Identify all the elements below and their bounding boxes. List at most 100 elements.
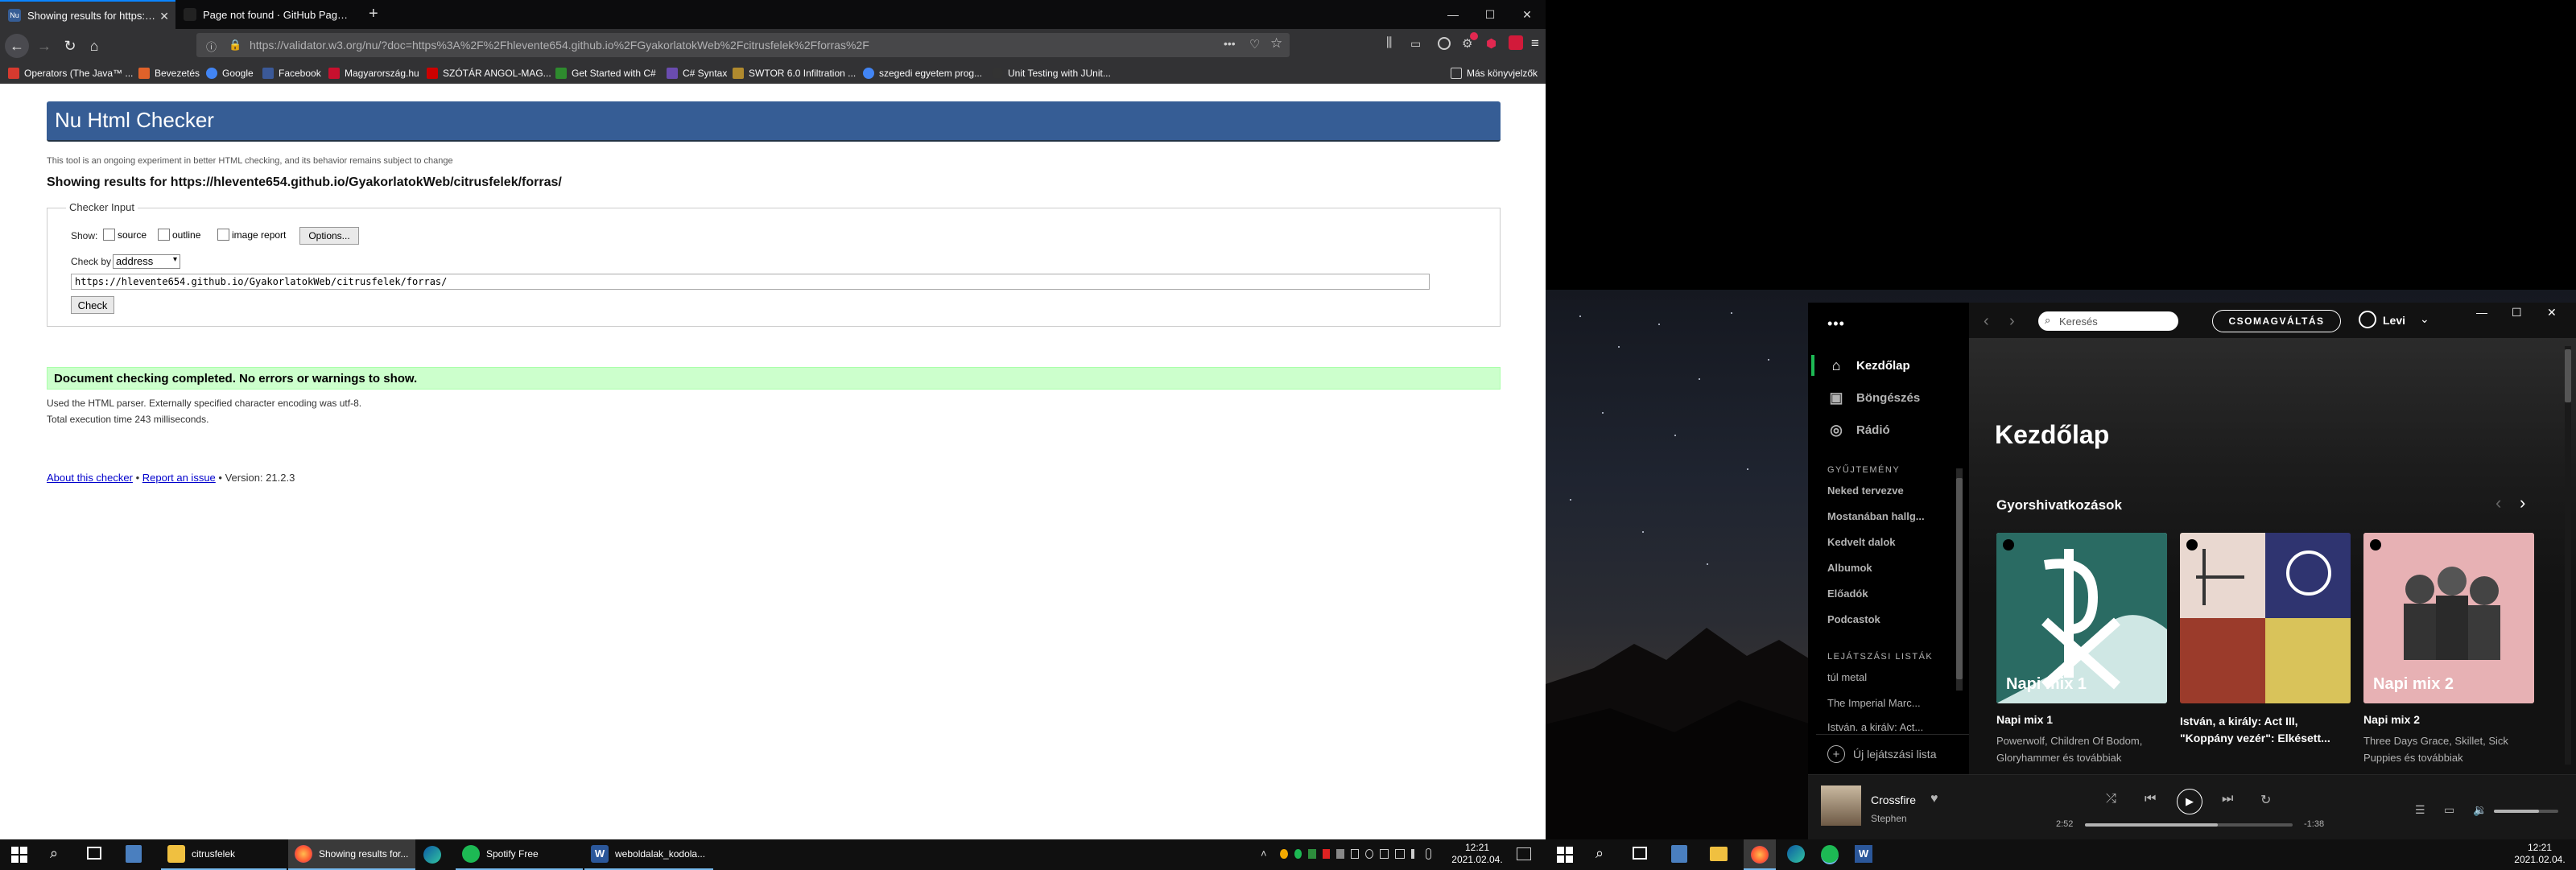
maximize-button[interactable]: ☐ [2512, 306, 2522, 320]
checkbox[interactable] [217, 229, 229, 241]
sidebar-scrollbar[interactable] [1956, 468, 1963, 691]
other-bookmarks[interactable]: Más könyvjelzők [1451, 64, 1538, 82]
playlist-item[interactable]: István, a király: Act... [1827, 721, 1923, 731]
home-icon[interactable]: ⌂ [82, 34, 106, 58]
url-text[interactable]: https://validator.w3.org/nu/?doc=https%3… [250, 39, 869, 52]
about-link[interactable]: About this checker [47, 472, 133, 484]
report-issue-link[interactable]: Report an issue [142, 472, 216, 484]
library-item[interactable]: Kedvelt dalok [1827, 536, 1896, 548]
album-art[interactable] [1821, 785, 1861, 826]
main-scrollbar[interactable] [2565, 346, 2571, 765]
user-avatar-icon[interactable] [2359, 311, 2376, 328]
site-info-icon[interactable]: ⓘ [206, 39, 217, 54]
chevron-down-icon[interactable]: ⌄ [2420, 312, 2429, 326]
clock[interactable]: 12:21 2021.02.04. [1449, 842, 1505, 866]
clock[interactable]: 12:21 2021.02.04. [2512, 842, 2568, 866]
volume-slider[interactable] [2494, 810, 2558, 813]
bookmark-item[interactable]: C# Syntax [667, 64, 727, 82]
back-arrow-icon[interactable]: ← [5, 34, 29, 58]
nav-radio[interactable]: ◎ Rádió [1827, 420, 1890, 439]
notifications-icon[interactable] [1517, 847, 1531, 860]
volume-icon[interactable] [1410, 849, 1419, 859]
new-playlist-button[interactable]: + Új lejátszási lista [1827, 745, 1936, 763]
tray-icon[interactable] [1364, 849, 1373, 859]
forward-arrow-icon[interactable]: → [32, 34, 56, 58]
task-view-icon[interactable] [1633, 847, 1647, 860]
taskbar-item-firefox[interactable] [1744, 839, 1776, 870]
card-cover[interactable] [2180, 533, 2351, 703]
folder-icon[interactable] [1710, 847, 1728, 861]
reload-icon[interactable]: ↻ [58, 34, 82, 58]
spotify-icon[interactable] [1821, 845, 1839, 864]
carousel-next-icon[interactable]: › [2520, 493, 2525, 513]
close-window-button[interactable]: ✕ [1509, 0, 1546, 29]
check-by-select[interactable]: address ▾ [113, 254, 180, 269]
scrollbar-thumb[interactable] [1956, 478, 1963, 679]
back-chevron-icon[interactable]: ‹ [1984, 312, 1989, 331]
address-input[interactable]: https://hlevente654.github.io/Gyakorlato… [71, 274, 1430, 290]
carousel-prev-icon[interactable]: ‹ [2496, 493, 2501, 513]
card-title[interactable]: Napi mix 2 [2363, 713, 2534, 726]
bookmark-item[interactable]: Google [206, 64, 254, 82]
scrollbar-thumb[interactable] [2565, 349, 2571, 402]
start-windows-icon[interactable] [11, 847, 27, 863]
microphone-icon[interactable] [1426, 848, 1432, 860]
start-windows-icon[interactable] [1557, 847, 1573, 863]
progress-bar[interactable] [2085, 823, 2293, 827]
bookmark-star-icon[interactable]: ☆ [1270, 35, 1282, 52]
minimize-button[interactable]: — [1435, 0, 1472, 29]
repeat-icon[interactable]: ↻ [2260, 792, 2271, 808]
library-item[interactable]: Mostanában hallg... [1827, 510, 1925, 522]
battery-icon[interactable] [1350, 849, 1359, 859]
card-cover[interactable]: Napi mix 1 [1996, 533, 2167, 703]
checkbox[interactable] [158, 229, 170, 241]
bookmark-item[interactable]: Facebook [262, 64, 321, 82]
account-icon[interactable] [1438, 37, 1451, 50]
library-item[interactable]: Podcastok [1827, 613, 1880, 625]
queue-icon[interactable]: ☰ [2415, 803, 2425, 817]
bookmark-item[interactable]: SWTOR 6.0 Infiltration ... [733, 64, 856, 82]
check-button[interactable]: Check [71, 296, 114, 314]
tray-icon[interactable] [1322, 849, 1331, 859]
tray-icon[interactable] [1280, 849, 1288, 859]
library-icon[interactable]: ⫼ [1386, 36, 1392, 51]
bookmark-item[interactable]: Operators (The Java™ ... [8, 64, 133, 82]
taskbar-item-edge[interactable] [417, 839, 454, 870]
calculator-icon[interactable] [126, 845, 142, 863]
taskbar-item-firefox[interactable]: Showing results for... [288, 839, 415, 870]
more-menu-icon[interactable]: ••• [1827, 315, 1845, 332]
word-icon[interactable]: W [1855, 845, 1872, 863]
show-outline-option[interactable]: outline [158, 229, 200, 241]
tray-icon[interactable] [1336, 849, 1344, 859]
card-title[interactable]: Napi mix 1 [1996, 713, 2167, 726]
bookmark-item[interactable]: SZÓTÁR ANGOL-MAG... [427, 64, 551, 82]
taskbar-item-explorer[interactable]: citrusfelek [161, 839, 287, 870]
track-title[interactable]: Crossfire [1871, 794, 1916, 806]
menu-hamburger-icon[interactable]: ≡ [1531, 35, 1539, 52]
spotify-tray-icon[interactable] [1294, 849, 1302, 859]
shuffle-icon[interactable]: ⤮ [2106, 792, 2116, 806]
close-tab-icon[interactable]: ✕ [159, 10, 169, 23]
network-icon[interactable] [1395, 849, 1405, 859]
playlist-item[interactable]: The Imperial Marc... [1827, 697, 1921, 709]
show-image-report-option[interactable]: image report [217, 229, 286, 241]
bookmark-item[interactable]: Magyarország.hu [328, 64, 419, 82]
playlist-item[interactable]: túl metal [1827, 671, 1867, 683]
search-input[interactable]: Keresés [2038, 311, 2178, 331]
upgrade-button[interactable]: CSOMAGVÁLTÁS [2212, 310, 2341, 332]
checkbox[interactable] [103, 229, 115, 241]
library-item[interactable]: Albumok [1827, 562, 1872, 574]
volume-icon[interactable]: 🔉 [2473, 803, 2487, 817]
tab-github-pages[interactable]: Page not found · GitHub Pages [175, 0, 364, 29]
pocket-icon[interactable]: ♡ [1249, 37, 1260, 52]
user-name[interactable]: Levi [2383, 314, 2405, 327]
bookmark-item[interactable]: Get Started with C# [555, 64, 656, 82]
close-window-button[interactable]: ✕ [2547, 306, 2557, 320]
library-item[interactable]: Előadók [1827, 588, 1868, 600]
maximize-button[interactable]: ☐ [1472, 0, 1509, 29]
tray-chevron-icon[interactable]: ˄ [1261, 847, 1267, 860]
bookmark-item[interactable]: Unit Testing with JUnit... [992, 64, 1111, 82]
nav-home[interactable]: ⌂ Kezdőlap [1827, 356, 1910, 375]
sidebar-icon[interactable]: ▭ [1410, 37, 1421, 51]
taskbar-item-spotify[interactable]: Spotify Free [456, 839, 583, 870]
